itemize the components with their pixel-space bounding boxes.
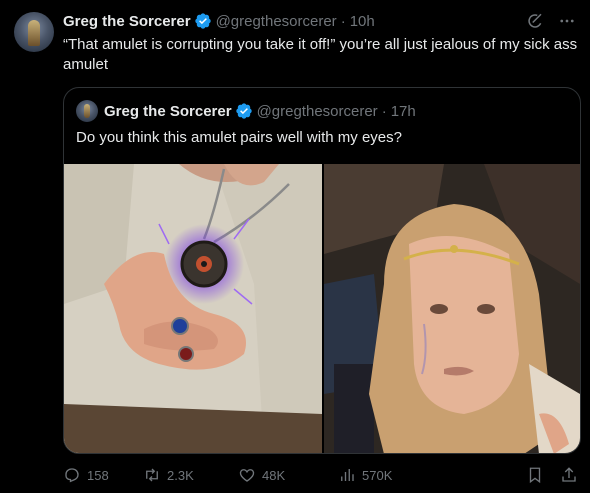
- repost-button[interactable]: 2.3K: [143, 466, 238, 484]
- grok-icon[interactable]: [526, 12, 544, 30]
- tweet-header: Greg the Sorcerer @gregthesorcerer · 10h: [63, 11, 375, 31]
- amulet-photo[interactable]: [64, 164, 322, 453]
- more-icon[interactable]: [558, 12, 576, 30]
- quoted-tweet-text: Do you think this amulet pairs well with…: [76, 129, 402, 146]
- reply-button[interactable]: 158: [63, 466, 143, 484]
- author-name[interactable]: Greg the Sorcerer: [63, 13, 191, 30]
- quoted-tweet[interactable]: Greg the Sorcerer @gregthesorcerer · 17h…: [63, 87, 581, 454]
- author-handle[interactable]: @gregthesorcerer: [216, 13, 337, 30]
- quoted-tweet-time: 17h: [390, 102, 416, 120]
- verified-badge-icon: [194, 13, 211, 29]
- views-button[interactable]: 570K: [338, 466, 433, 484]
- repost-count: 2.3K: [167, 467, 194, 483]
- bookmark-icon[interactable]: [526, 466, 544, 484]
- quoted-avatar: [76, 100, 98, 122]
- repost-icon: [146, 468, 158, 482]
- avatar[interactable]: [14, 12, 54, 52]
- quoted-author-name: Greg the Sorcerer: [104, 102, 232, 120]
- views-icon: [341, 469, 354, 481]
- like-count: 48K: [262, 467, 286, 483]
- tweet-text: “That amulet is corrupting you take it o…: [63, 36, 578, 73]
- tweet-time[interactable]: 10h: [350, 13, 375, 30]
- right-action-icons: [526, 466, 578, 484]
- tweet-actions: 158 2.3K 48K 570K: [63, 466, 578, 484]
- face-photo[interactable]: [324, 164, 580, 453]
- like-icon: [239, 469, 255, 482]
- share-icon[interactable]: [560, 466, 578, 484]
- like-button[interactable]: 48K: [238, 466, 338, 484]
- reply-icon: [65, 468, 79, 483]
- views-count: 570K: [362, 467, 393, 483]
- reply-count: 158: [87, 467, 109, 483]
- separator-dot: ·: [381, 102, 387, 120]
- media-grid: [64, 164, 580, 453]
- verified-badge-icon: [235, 103, 252, 119]
- separator-dot: ·: [340, 12, 346, 30]
- top-actions: [526, 12, 576, 30]
- tweet[interactable]: Greg the Sorcerer @gregthesorcerer · 10h…: [0, 0, 590, 493]
- quoted-author-handle: @gregthesorcerer: [256, 102, 378, 120]
- quoted-tweet-header: Greg the Sorcerer @gregthesorcerer · 17h: [76, 100, 416, 122]
